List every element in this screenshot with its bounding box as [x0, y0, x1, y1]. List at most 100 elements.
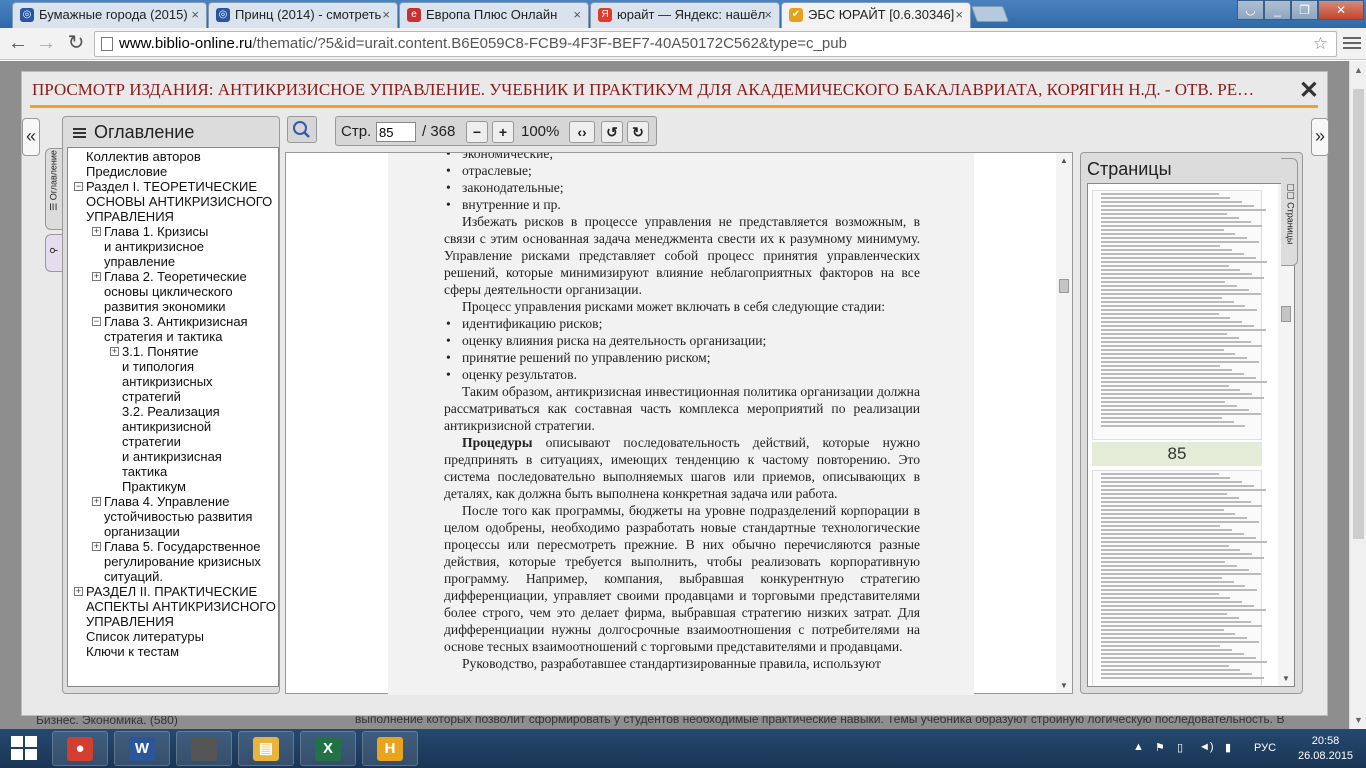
- toc-item[interactable]: Раздел I. ТЕОРЕТИЧЕСКИЕ ОСНОВЫ АНТИКРИЗИ…: [86, 179, 272, 224]
- clock[interactable]: 20:58 26.08.2015: [1298, 734, 1353, 764]
- toc-item[interactable]: Коллектив авторов: [86, 149, 201, 164]
- toc-item[interactable]: Глава 5. Государственное регулирование к…: [104, 539, 261, 584]
- zoom-out-button[interactable]: −: [466, 121, 488, 143]
- address-bar[interactable]: www.biblio-online.ru/thematic/?5&id=urai…: [94, 31, 1337, 57]
- page-thumbnail[interactable]: [1092, 190, 1268, 440]
- collapse-right-button[interactable]: »: [1311, 118, 1329, 156]
- toc-item[interactable]: Глава 4. Управление устойчивостью развит…: [104, 494, 252, 539]
- fit-width-button[interactable]: ‹›: [569, 121, 595, 143]
- toc-item[interactable]: Глава 3. Антикризисная стратегия и такти…: [104, 314, 248, 344]
- forward-arrow-icon[interactable]: →: [34, 32, 58, 56]
- browser-tab[interactable]: e Европа Плюс Онлайн ×: [399, 2, 589, 28]
- tab-close-icon[interactable]: ×: [764, 3, 772, 27]
- scrollbar-thumb[interactable]: [1281, 306, 1291, 322]
- viewer-title: ПРОСМОТР ИЗДАНИЯ: АНТИКРИЗИСНОЕ УПРАВЛЕН…: [32, 80, 1255, 99]
- taskbar-app-chrome[interactable]: ●: [52, 731, 108, 766]
- document-area[interactable]: экономические; отраслевые; законодательн…: [285, 152, 1073, 695]
- thumbnail-text-line: [1101, 605, 1254, 607]
- taskbar-app-excel[interactable]: X: [300, 731, 356, 766]
- tray-arrow-icon[interactable]: ▲: [1133, 741, 1145, 753]
- thumbnail-text-line: [1101, 213, 1227, 215]
- toc-item[interactable]: Список литературы: [86, 629, 204, 644]
- taskbar-app-word[interactable]: W: [114, 731, 170, 766]
- thumbnail-text-line: [1101, 261, 1268, 263]
- expand-icon[interactable]: +: [92, 542, 101, 551]
- page-scrollbar[interactable]: ▲ ▼: [1349, 61, 1366, 729]
- toc-item[interactable]: Глава 2. Теоретические основы циклическо…: [104, 269, 247, 314]
- word-icon: W: [129, 737, 155, 761]
- scroll-down-icon[interactable]: ▼: [1060, 681, 1068, 690]
- browser-tab-active[interactable]: ✔ ЭБС ЮРАЙТ [0.6.30346] ×: [781, 2, 971, 29]
- toc-item[interactable]: РАЗДЕЛ II. ПРАКТИЧЕСКИЕ АСПЕКТЫ АНТИКРИЗ…: [86, 584, 276, 629]
- browser-tab[interactable]: ◎ Бумажные города (2015) ×: [12, 2, 207, 28]
- tab-close-icon[interactable]: ×: [191, 3, 199, 27]
- expand-icon[interactable]: +: [92, 227, 101, 236]
- collapse-icon[interactable]: −: [92, 317, 101, 326]
- tab-close-icon[interactable]: ×: [573, 3, 581, 27]
- toc-item[interactable]: 3.2. Реализация антикризисной стратегии …: [122, 404, 222, 479]
- expand-icon[interactable]: +: [92, 272, 101, 281]
- rotate-left-button[interactable]: ↺: [601, 121, 623, 143]
- close-window-button[interactable]: ✕: [1318, 0, 1364, 20]
- new-tab-button[interactable]: [971, 6, 1009, 22]
- zoom-level: 100%: [521, 123, 560, 140]
- scroll-down-icon[interactable]: ▼: [1282, 674, 1290, 683]
- pages-side-tab[interactable]: ☐☐ Страницы: [1281, 158, 1298, 266]
- excel-icon: X: [315, 737, 341, 761]
- scroll-down-icon[interactable]: ▼: [1354, 715, 1363, 725]
- browser-tab[interactable]: Я юрайт — Яндекс: нашёл ×: [590, 2, 780, 28]
- toc-item[interactable]: Практикум: [122, 479, 186, 494]
- maximize-button[interactable]: ❐: [1291, 0, 1318, 20]
- chrome-icon: ●: [67, 737, 93, 761]
- toc-item[interactable]: Предисловие: [86, 164, 167, 179]
- toc-item[interactable]: Ключи к тестам: [86, 644, 179, 659]
- volume-icon[interactable]: ◄): [1199, 741, 1214, 753]
- toc-item[interactable]: Глава 1. Кризисы и антикризисное управле…: [104, 224, 208, 269]
- toc-side-tab[interactable]: ☰ Оглавление: [45, 148, 62, 230]
- page-number-input[interactable]: [376, 122, 416, 142]
- zoom-in-button[interactable]: +: [492, 121, 514, 143]
- collapse-icon[interactable]: −: [74, 182, 83, 191]
- taskbar-app-blank[interactable]: [176, 731, 232, 766]
- expand-icon[interactable]: +: [110, 347, 119, 356]
- tab-close-icon[interactable]: ×: [955, 3, 963, 27]
- back-arrow-icon[interactable]: ←: [6, 32, 30, 56]
- start-button[interactable]: [10, 735, 38, 761]
- thumbnail-text-line: [1101, 305, 1246, 307]
- taskbar-app-explorer[interactable]: ▤: [238, 731, 294, 766]
- browser-menu-icon[interactable]: [1343, 34, 1361, 52]
- expand-icon[interactable]: +: [74, 587, 83, 596]
- scroll-up-icon[interactable]: ▲: [1060, 156, 1068, 165]
- scrollbar-thumb[interactable]: [1353, 89, 1364, 539]
- thumbnail-text-line: [1101, 661, 1268, 663]
- tab-close-icon[interactable]: ×: [382, 3, 390, 27]
- browser-tab[interactable]: ◎ Принц (2014) - смотреть ×: [208, 2, 398, 28]
- rotate-right-button[interactable]: ↻: [627, 121, 649, 143]
- bookmark-star-icon[interactable]: ☆: [1313, 32, 1328, 56]
- viewer-close-icon[interactable]: ✕: [1299, 76, 1319, 105]
- thumbnail-text-line: [1101, 613, 1227, 615]
- toc-side-tab-label: ☰ Оглавление: [48, 150, 59, 211]
- scroll-up-icon[interactable]: ▲: [1354, 65, 1363, 75]
- tray-device-icon[interactable]: ▯: [1177, 741, 1189, 754]
- thumbnail-text-line: [1101, 577, 1222, 579]
- search-button[interactable]: [287, 116, 317, 143]
- language-indicator[interactable]: РУС: [1254, 742, 1276, 754]
- expand-icon[interactable]: +: [92, 497, 101, 506]
- document-scrollbar[interactable]: ▲ ▼: [1056, 153, 1072, 693]
- toc-item[interactable]: 3.1. Понятие и типология антикризисных с…: [122, 344, 213, 404]
- reload-icon[interactable]: ↻: [64, 32, 88, 56]
- user-icon[interactable]: ◡: [1237, 0, 1264, 20]
- scrollbar-thumb[interactable]: [1059, 279, 1069, 293]
- page-thumbnail[interactable]: [1092, 470, 1268, 686]
- tray-flag-icon[interactable]: ⚑: [1155, 741, 1167, 754]
- minimize-button[interactable]: _: [1264, 0, 1291, 20]
- h-app-icon: H: [377, 737, 403, 761]
- pages-panel: Страницы 85 ▲ ▼: [1080, 152, 1303, 694]
- thumbnail-text-line: [1101, 581, 1234, 583]
- search-side-tab[interactable]: ⚲: [45, 234, 62, 272]
- network-icon[interactable]: ▮: [1225, 741, 1237, 754]
- term-bold: Процедуры: [462, 435, 533, 450]
- taskbar-app-h-app[interactable]: H: [362, 731, 418, 766]
- collapse-left-button[interactable]: «: [22, 118, 40, 156]
